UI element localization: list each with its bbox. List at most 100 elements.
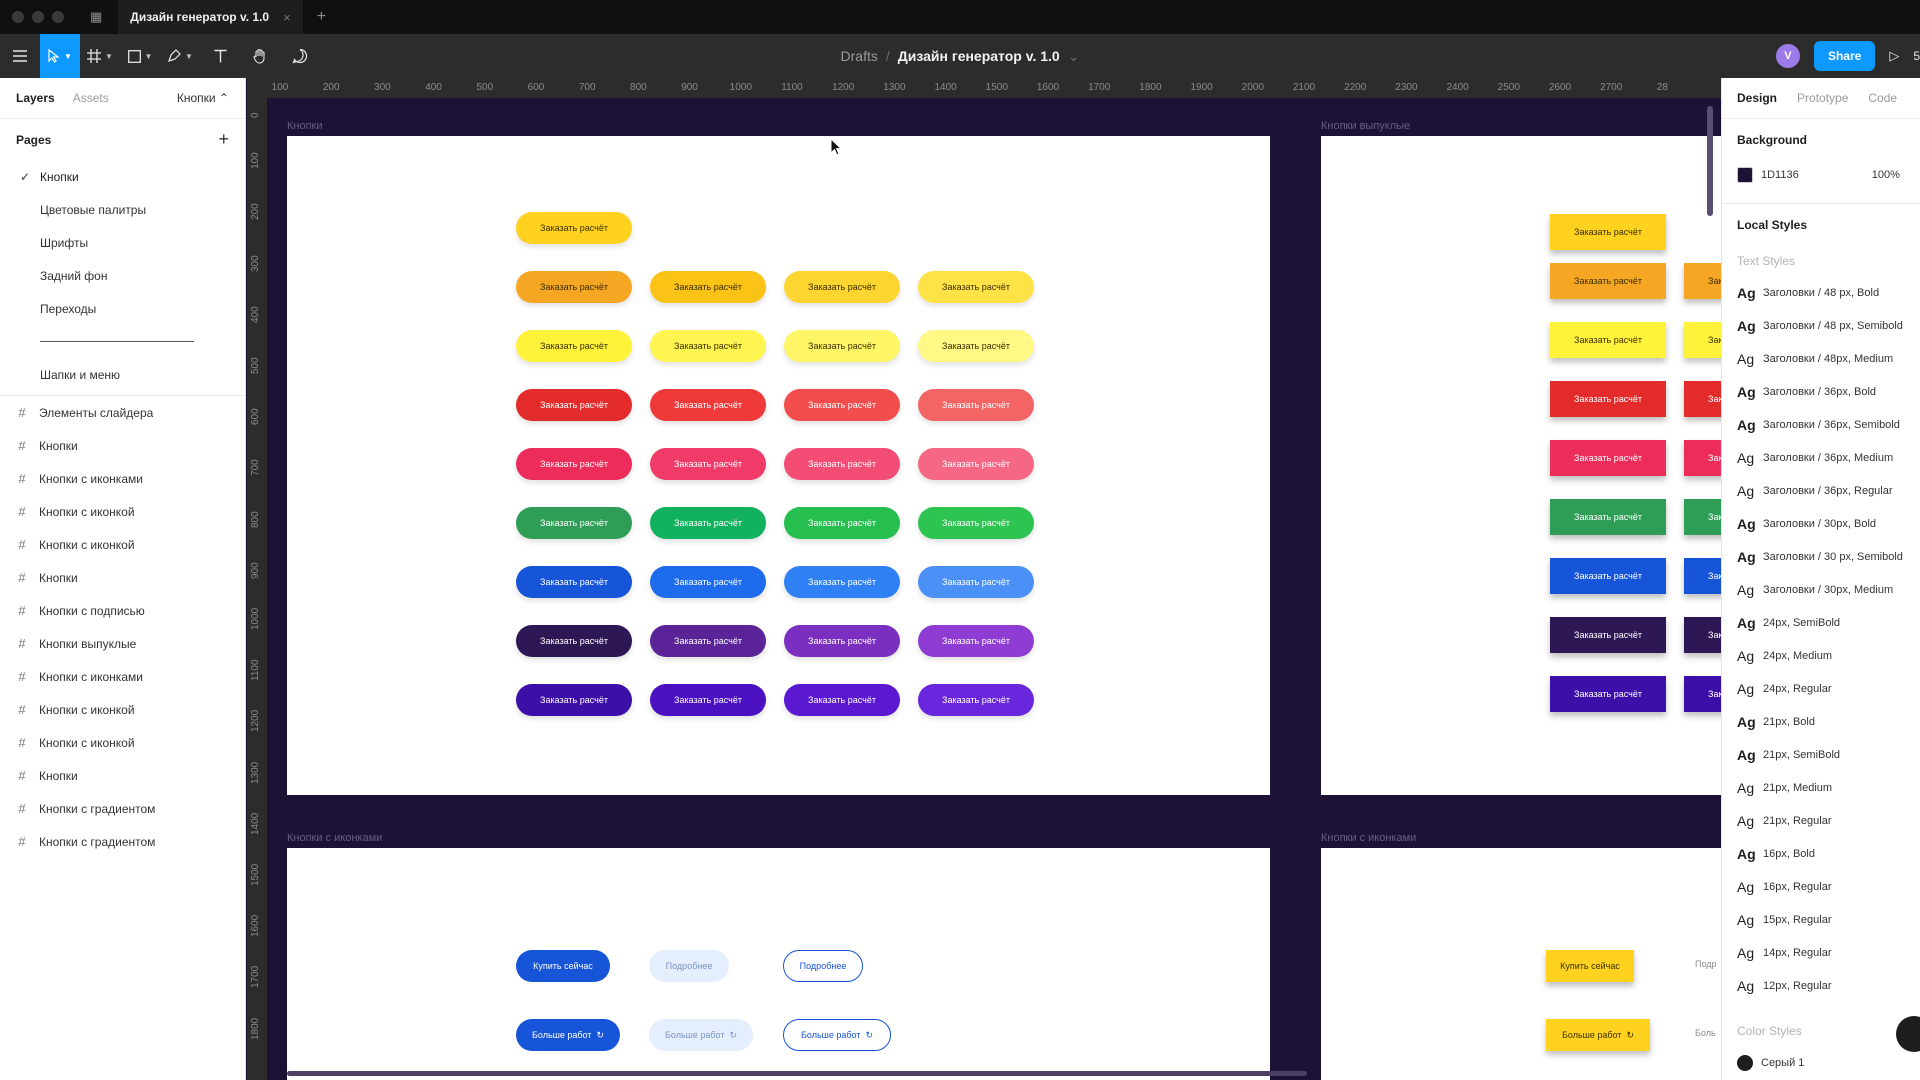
text-style-item[interactable]: Ag 16px, Bold [1737, 837, 1905, 870]
layer-item[interactable]: # Кнопки с иконкой [0, 495, 245, 528]
color-style-item[interactable]: Серый 1 [1737, 1046, 1905, 1079]
pen-tool-button[interactable]: ▼ [160, 34, 200, 78]
order-calc-button[interactable]: Заказать расчёт [918, 271, 1034, 303]
text-style-item[interactable]: Ag 15px, Regular [1737, 903, 1905, 936]
layer-item[interactable]: # Кнопки с подписью [0, 594, 245, 627]
convex-order-calc-button[interactable]: Заказать расчёт [1684, 263, 1721, 299]
text-style-item[interactable]: Ag 21px, Regular [1737, 804, 1905, 837]
text-style-item[interactable]: Ag 21px, SemiBold [1737, 738, 1905, 771]
text-style-item[interactable]: Ag Заголовки / 30px, Bold [1737, 507, 1905, 540]
more-works-button-outline[interactable]: Больше работ ↻ [783, 1019, 891, 1051]
frame-tool-button[interactable]: ▼ [80, 34, 120, 78]
frame-convex-buttons[interactable]: Заказать расчёт Заказать расчёт Заказать р… [1321, 136, 1721, 795]
layer-item[interactable]: # Кнопки [0, 429, 245, 462]
text-style-item[interactable]: Ag 24px, SemiBold [1737, 606, 1905, 639]
background-opacity-input[interactable]: 100% [1872, 169, 1900, 181]
convex-order-calc-button[interactable]: Заказать расчёт [1550, 617, 1666, 653]
page-selector[interactable]: Кнопки ⌃ [177, 91, 229, 105]
order-calc-button[interactable]: Заказать расчёт [784, 389, 900, 421]
convex-order-calc-button[interactable]: Заказать расчёт [1550, 381, 1666, 417]
new-tab-icon[interactable]: + [317, 8, 326, 26]
page-item-knopki[interactable]: ✓ Кнопки [0, 160, 245, 193]
more-button-cropped[interactable]: Подр [1695, 959, 1717, 969]
order-calc-button[interactable]: Заказать расчёт [918, 507, 1034, 539]
layer-item[interactable]: # Кнопки с иконкой [0, 726, 245, 759]
order-calc-button[interactable]: Заказать расчёт [918, 330, 1034, 362]
more-works-button-light[interactable]: Больше работ ↻ [649, 1019, 753, 1051]
order-calc-button[interactable]: Заказать расчёт [650, 507, 766, 539]
layer-item[interactable]: # Кнопки с иконками [0, 660, 245, 693]
layer-item[interactable]: # Кнопки с иконками [0, 462, 245, 495]
layer-item[interactable]: # Кнопки с иконкой [0, 693, 245, 726]
convex-order-calc-button[interactable]: Заказать расчёт [1684, 617, 1721, 653]
page-item-transitions[interactable]: Переходы [0, 292, 245, 325]
page-item-palettes[interactable]: Цветовые палитры [0, 193, 245, 226]
move-tool-button[interactable]: ▼ [40, 34, 80, 78]
convex-order-calc-button[interactable]: Заказать расчёт [1550, 214, 1666, 250]
page-item-headers[interactable]: Шапки и меню [0, 358, 245, 391]
convex-order-calc-button[interactable]: Заказать расчёт [1550, 499, 1666, 535]
minimize-window-button[interactable] [32, 11, 44, 23]
text-style-item[interactable]: Ag Заголовки / 30px, Medium [1737, 573, 1905, 606]
frame-icon-buttons-2[interactable]: Купить сейчас Больше работ ↻ Подр Боль [1321, 848, 1721, 1080]
canvas-horizontal-scrollbar[interactable] [287, 1071, 1307, 1076]
text-style-item[interactable]: Ag Заголовки / 30 px, Semibold [1737, 540, 1905, 573]
layer-item[interactable]: # Элементы слайдера [0, 396, 245, 429]
frame-label-convex[interactable]: Кнопки выпуклые [1321, 120, 1410, 132]
order-calc-button[interactable]: Заказать расчёт [918, 448, 1034, 480]
add-page-icon[interactable]: + [218, 129, 229, 150]
order-calc-button[interactable]: Заказать расчёт [516, 684, 632, 716]
frame-label-buttons[interactable]: Кнопки [287, 120, 323, 132]
file-name[interactable]: Дизайн генератор v. 1.0 [898, 48, 1060, 64]
convex-order-calc-button[interactable]: Заказать расчёт [1550, 676, 1666, 712]
frame-icon-buttons[interactable]: Купить сейчас Подробнее Подробнее Больше… [287, 848, 1270, 1080]
close-tab-icon[interactable]: × [283, 10, 291, 25]
order-calc-button[interactable]: Заказать расчёт [918, 625, 1034, 657]
order-calc-button[interactable]: Заказать расчёт [516, 271, 632, 303]
buy-now-button[interactable]: Купить сейчас [516, 950, 610, 982]
order-calc-button[interactable]: Заказать расчёт [784, 507, 900, 539]
background-color-swatch[interactable] [1737, 167, 1753, 183]
frame-label-icons-2[interactable]: Кнопки с иконками [1321, 832, 1416, 844]
text-style-item[interactable]: Ag 12px, Regular [1737, 969, 1905, 1002]
order-calc-button[interactable]: Заказать расчёт [516, 507, 632, 539]
order-calc-button[interactable]: Заказать расчёт [784, 684, 900, 716]
text-tool-button[interactable] [200, 34, 240, 78]
order-calc-button[interactable]: Заказать расчёт [784, 566, 900, 598]
text-style-item[interactable]: Ag Заголовки / 36px, Regular [1737, 474, 1905, 507]
convex-order-calc-button[interactable]: Заказать расчёт [1550, 322, 1666, 358]
order-calc-button[interactable]: Заказать расчёт [516, 566, 632, 598]
background-fill-row[interactable]: 1D1136 100% [1737, 161, 1905, 189]
layer-item[interactable]: # Кнопки выпуклые [0, 627, 245, 660]
maximize-window-button[interactable] [52, 11, 64, 23]
text-style-item[interactable]: Ag 16px, Regular [1737, 870, 1905, 903]
convex-order-calc-button[interactable]: Заказать расчёт [1684, 558, 1721, 594]
user-avatar[interactable]: V [1775, 44, 1800, 68]
text-style-item[interactable]: Ag Заголовки / 36px, Semibold [1737, 408, 1905, 441]
page-item-fonts[interactable]: Шрифты [0, 226, 245, 259]
main-menu-button[interactable] [0, 34, 40, 78]
convex-buy-now-button[interactable]: Купить сейчас [1546, 950, 1634, 982]
order-calc-button[interactable]: Заказать расчёт [650, 625, 766, 657]
order-calc-button[interactable]: Заказать расчёт [650, 330, 766, 362]
close-window-button[interactable] [12, 11, 24, 23]
window-controls[interactable] [12, 11, 64, 23]
order-calc-button[interactable]: Заказать расчёт [918, 684, 1034, 716]
text-style-item[interactable]: Ag 14px, Regular [1737, 936, 1905, 969]
comment-tool-button[interactable] [280, 34, 320, 78]
zoom-level[interactable]: 5 [1913, 49, 1920, 63]
convex-order-calc-button[interactable]: Заказать расчёт [1684, 676, 1721, 712]
layer-item[interactable]: # Кнопки [0, 759, 245, 792]
more-button-outline[interactable]: Подробнее [783, 950, 863, 982]
convex-order-calc-button[interactable]: Заказать расчёт [1550, 263, 1666, 299]
convex-order-calc-button[interactable]: Заказать расчёт [1684, 322, 1721, 358]
tab-design[interactable]: Design [1737, 91, 1777, 105]
tab-code[interactable]: Code [1868, 91, 1897, 105]
text-style-item[interactable]: Ag 24px, Regular [1737, 672, 1905, 705]
page-divider[interactable] [0, 325, 245, 358]
convex-order-calc-button[interactable]: Заказать расчёт [1684, 440, 1721, 476]
frame-buttons[interactable]: Заказать расчёт Заказать расчёт Заказать р… [287, 136, 1270, 795]
text-style-item[interactable]: Ag Заголовки / 36px, Bold [1737, 375, 1905, 408]
text-style-item[interactable]: Ag 24px, Medium [1737, 639, 1905, 672]
order-calc-button[interactable]: Заказать расчёт [784, 448, 900, 480]
